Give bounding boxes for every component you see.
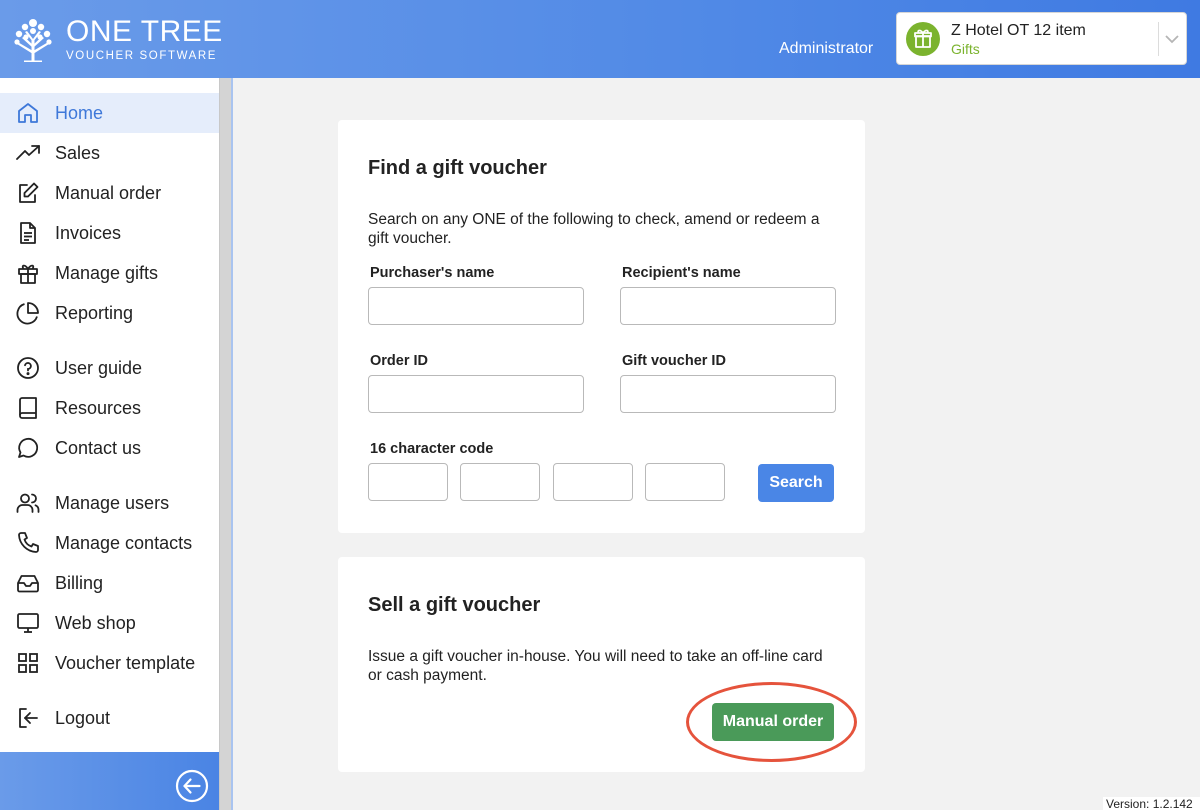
logo-text: ONE TREE VOUCHER SOFTWARE bbox=[66, 15, 223, 63]
sidebar-item-invoices[interactable]: Invoices bbox=[0, 213, 219, 253]
gift-icon bbox=[15, 260, 41, 286]
logo-subtitle: VOUCHER SOFTWARE bbox=[66, 50, 218, 62]
recipient-name-input[interactable] bbox=[620, 287, 836, 325]
sidebar-item-user-guide[interactable]: User guide bbox=[0, 348, 219, 388]
sidebar-item-web-shop[interactable]: Web shop bbox=[0, 603, 219, 643]
purchaser-label: Purchaser's name bbox=[370, 265, 495, 281]
sell-voucher-description: Issue a gift voucher in-house. You will … bbox=[368, 648, 823, 684]
logo-title: ONE TREE bbox=[66, 15, 223, 48]
sidebar-item-voucher-template[interactable]: Voucher template bbox=[0, 643, 219, 683]
sidebar-item-home[interactable]: Home bbox=[0, 93, 219, 133]
hotel-subtitle: Gifts bbox=[951, 41, 980, 57]
sidebar-item-label: Manual order bbox=[55, 182, 162, 203]
code-input-2[interactable] bbox=[460, 463, 540, 501]
sidebar-item-resources[interactable]: Resources bbox=[0, 388, 219, 428]
pie-chart-icon bbox=[15, 300, 41, 326]
sidebar-item-manage-gifts[interactable]: Manage gifts bbox=[0, 253, 219, 293]
sell-voucher-title: Sell a gift voucher bbox=[368, 594, 541, 616]
sidebar-item-label: Home bbox=[55, 102, 104, 123]
user-role-label[interactable]: Administrator bbox=[779, 40, 873, 58]
edit-icon bbox=[15, 180, 41, 206]
sidebar-item-label: Voucher template bbox=[55, 652, 196, 673]
code-label: 16 character code bbox=[370, 441, 494, 457]
sidebar-item-label: Sales bbox=[55, 142, 101, 163]
message-circle-icon bbox=[15, 435, 41, 461]
code-input-3[interactable] bbox=[553, 463, 633, 501]
version-label: Version: 1.2.142 bbox=[1103, 797, 1200, 810]
sidebar-item-manual-order[interactable]: Manual order bbox=[0, 173, 219, 213]
sidebar-item-logout[interactable]: Logout bbox=[0, 698, 219, 738]
inbox-icon bbox=[15, 570, 41, 596]
sidebar-footer bbox=[0, 752, 219, 810]
sidebar-item-billing[interactable]: Billing bbox=[0, 563, 219, 603]
sidebar-item-reporting[interactable]: Reporting bbox=[0, 293, 219, 333]
sidebar-item-label: User guide bbox=[55, 357, 143, 378]
logo[interactable]: ONE TREE VOUCHER SOFTWARE bbox=[14, 17, 223, 62]
chevron-down-icon[interactable] bbox=[1163, 30, 1181, 48]
sidebar-item-label: Contact us bbox=[55, 437, 142, 458]
help-circle-icon bbox=[15, 355, 41, 381]
sidebar-item-label: Reporting bbox=[55, 302, 134, 323]
find-voucher-title: Find a gift voucher bbox=[368, 157, 547, 179]
voucher-id-label: Gift voucher ID bbox=[622, 353, 726, 369]
sidebar-item-contact-us[interactable]: Contact us bbox=[0, 428, 219, 468]
sidebar-item-label: Manage gifts bbox=[55, 262, 159, 283]
sidebar-item-label: Web shop bbox=[55, 612, 136, 633]
voucher-id-input[interactable] bbox=[620, 375, 836, 413]
find-voucher-description: Search on any ONE of the following to ch… bbox=[368, 211, 820, 247]
home-icon bbox=[15, 100, 41, 126]
gift-icon bbox=[914, 29, 932, 48]
sidebar-item-manage-users[interactable]: Manage users bbox=[0, 483, 219, 523]
hotel-badge bbox=[906, 22, 940, 56]
sidebar: Home Sales Manual order Invoices Manage … bbox=[0, 78, 219, 810]
sidebar-item-label: Logout bbox=[55, 707, 111, 728]
logout-icon bbox=[15, 705, 41, 731]
book-icon bbox=[15, 395, 41, 421]
monitor-icon bbox=[15, 610, 41, 636]
sidebar-resize-handle[interactable] bbox=[219, 78, 233, 810]
sidebar-item-label: Manage contacts bbox=[55, 532, 193, 553]
order-id-label: Order ID bbox=[370, 353, 429, 369]
recipient-label: Recipient's name bbox=[622, 265, 741, 281]
phone-icon bbox=[15, 530, 41, 556]
top-header: ONE TREE VOUCHER SOFTWARE Administrator … bbox=[0, 0, 1200, 78]
grid-icon bbox=[15, 650, 41, 676]
users-icon bbox=[15, 490, 41, 516]
find-voucher-card: Find a gift voucher Search on any ONE of… bbox=[338, 120, 865, 533]
purchaser-name-input[interactable] bbox=[368, 287, 584, 325]
document-icon bbox=[15, 220, 41, 246]
code-input-1[interactable] bbox=[368, 463, 448, 501]
sidebar-item-label: Resources bbox=[55, 397, 142, 418]
sidebar-item-sales[interactable]: Sales bbox=[0, 133, 219, 173]
manual-order-button[interactable]: Manual order bbox=[712, 703, 834, 741]
arrow-left-circle-icon[interactable] bbox=[175, 769, 209, 803]
sidebar-item-manage-contacts[interactable]: Manage contacts bbox=[0, 523, 219, 563]
sidebar-item-label: Manage users bbox=[55, 492, 170, 513]
trending-up-icon bbox=[15, 140, 41, 166]
selector-divider bbox=[1158, 22, 1159, 56]
search-button[interactable]: Search bbox=[758, 464, 834, 502]
order-id-input[interactable] bbox=[368, 375, 584, 413]
hotel-name: Z Hotel OT 12 item bbox=[951, 22, 1086, 39]
tree-logo-icon bbox=[14, 18, 52, 62]
code-input-4[interactable] bbox=[645, 463, 725, 501]
sidebar-item-label: Billing bbox=[55, 572, 104, 593]
sidebar-item-label: Invoices bbox=[55, 222, 122, 243]
hotel-selector[interactable]: Z Hotel OT 12 item Gifts bbox=[896, 12, 1187, 65]
sell-voucher-card: Sell a gift voucher Issue a gift voucher… bbox=[338, 557, 865, 772]
